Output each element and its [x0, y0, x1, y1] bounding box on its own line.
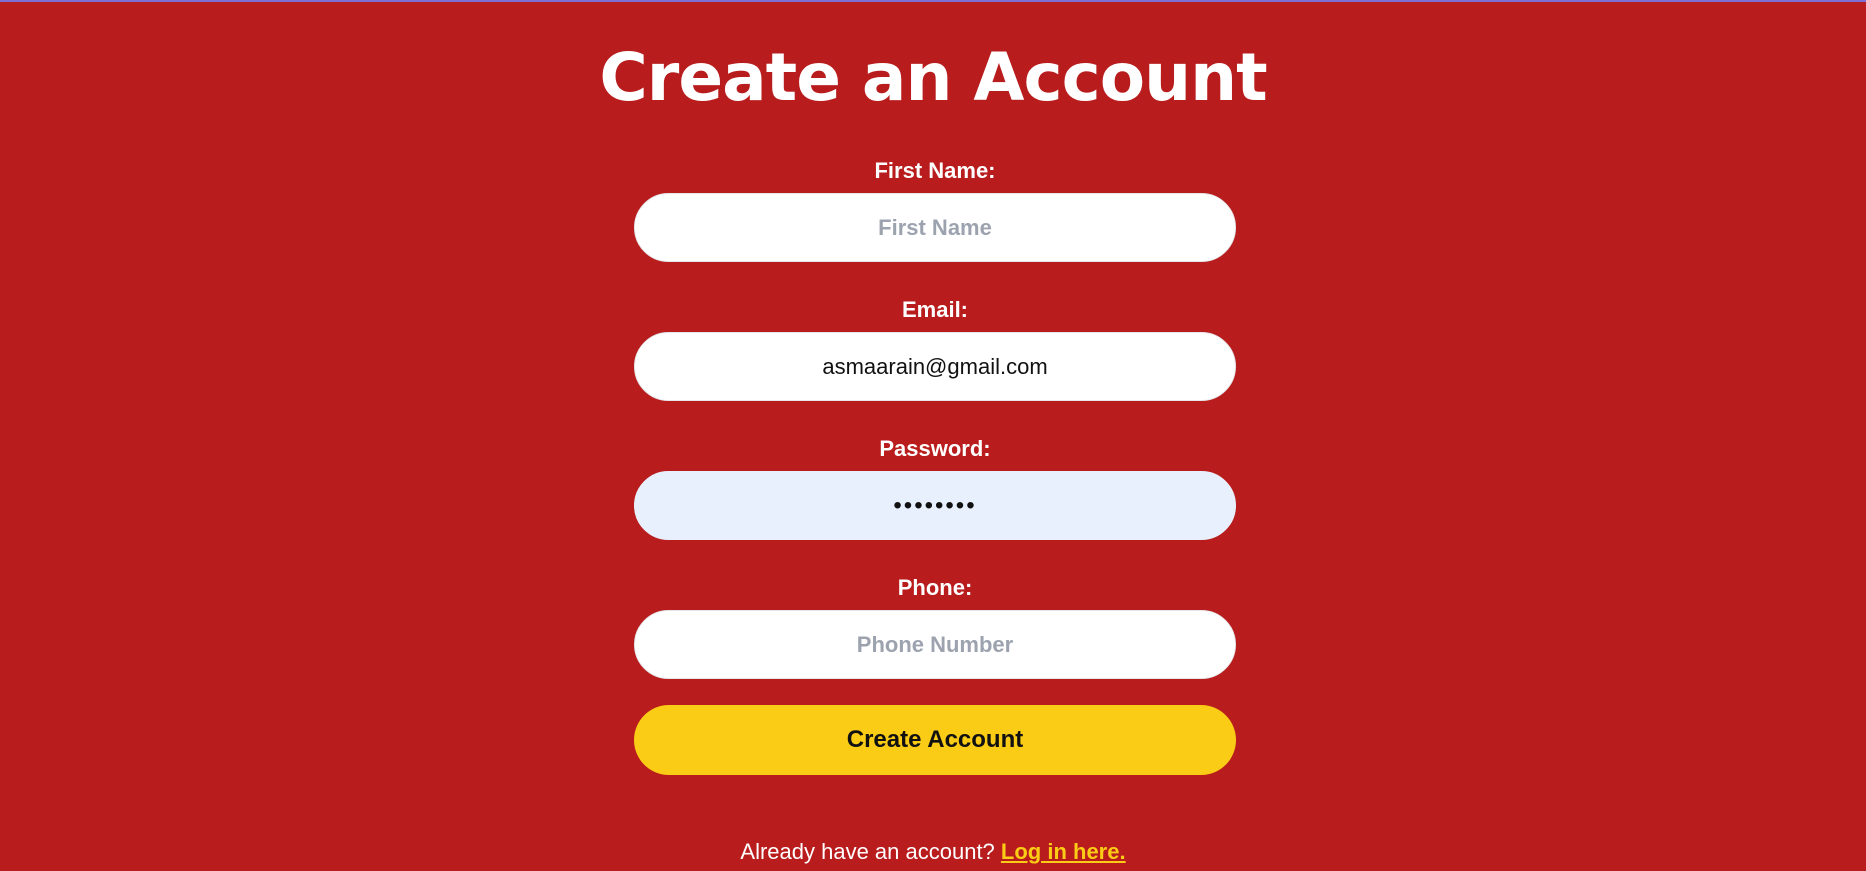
create-account-button[interactable]: Create Account [634, 705, 1236, 775]
login-prompt: Already have an account? Log in here. [0, 836, 1866, 868]
phone-input[interactable] [634, 610, 1236, 679]
phone-label: Phone: [897, 575, 973, 600]
password-input[interactable] [634, 471, 1236, 540]
signup-page: Create an Account First Name: Email: Pas… [0, 0, 1866, 871]
first-name-label: First Name: [874, 158, 996, 183]
email-label: Email: [901, 297, 969, 322]
login-prompt-text: Already have an account? [740, 839, 995, 864]
email-input[interactable] [634, 332, 1236, 401]
page-title: Create an Account [599, 39, 1267, 116]
first-name-input[interactable] [634, 193, 1236, 262]
login-link[interactable]: Log in here. [1001, 839, 1126, 864]
signup-form: First Name: Email: Password: Phone: Crea… [634, 155, 1236, 775]
password-field-group: Password: [634, 433, 1236, 572]
password-label: Password: [879, 436, 991, 461]
phone-field-group: Phone: [634, 572, 1236, 711]
email-field-group: Email: [634, 294, 1236, 433]
first-name-field-group: First Name: [634, 155, 1236, 294]
